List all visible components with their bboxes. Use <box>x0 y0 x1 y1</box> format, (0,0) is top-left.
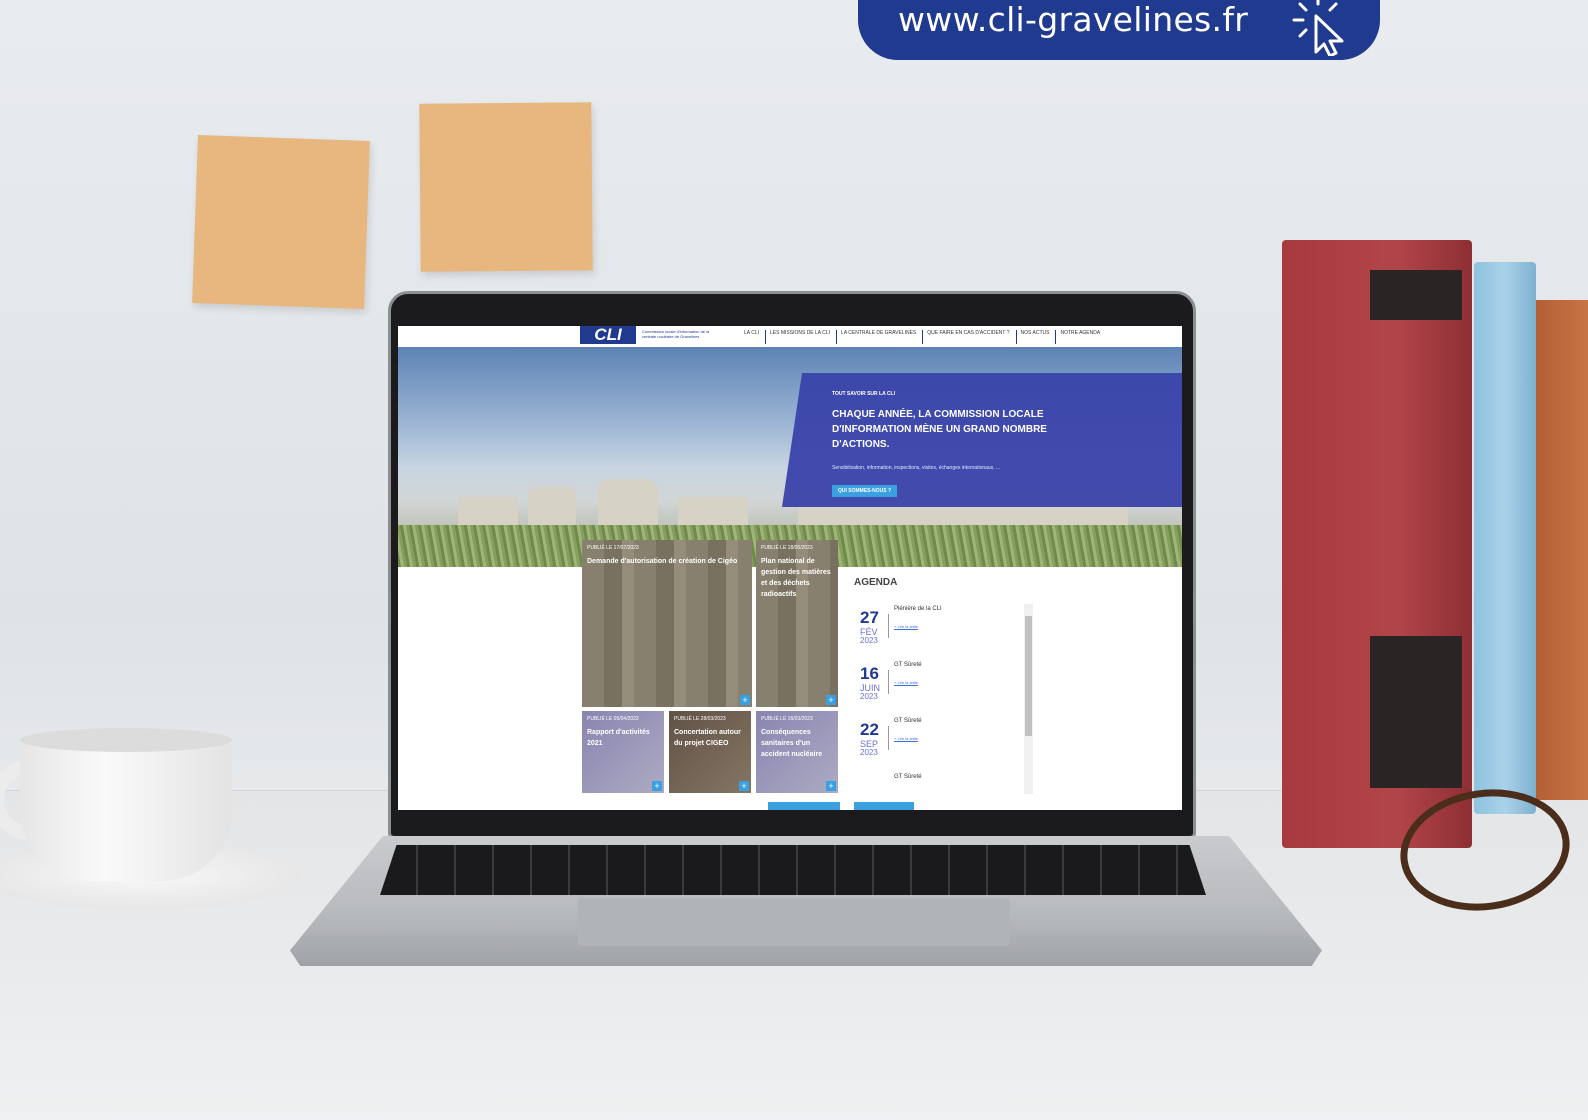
news-date: PUBLIÉ LE 17/07/2023 <box>587 545 639 551</box>
laptop-keyboard <box>380 845 1206 895</box>
agenda-event: GT Sûreté <box>894 718 922 724</box>
agenda-year: 2023 <box>860 636 878 645</box>
hero-kicker: TOUT SAVOIR SUR LA CLI <box>832 391 895 397</box>
news-plus-button[interactable]: + <box>826 695 836 705</box>
agenda-item[interactable]: GT Sûreté <box>854 772 1030 794</box>
nav-item-agenda[interactable]: NOTRE AGENDA <box>1055 330 1100 344</box>
agenda-year: 2023 <box>860 748 878 757</box>
news-title[interactable]: Plan national de gestion des matières et… <box>761 556 833 600</box>
agenda-scrollbar-thumb[interactable] <box>1025 616 1032 736</box>
agenda-scrollbar[interactable] <box>1024 604 1033 794</box>
news-plus-button[interactable]: + <box>652 781 662 791</box>
news-title[interactable]: Concertation autour du projet CIGEO <box>674 727 746 749</box>
news-card[interactable]: PUBLIÉ LE 16/03/2023 Conséquences sanita… <box>756 711 838 793</box>
news-card[interactable]: PUBLIÉ LE 17/07/2023 Demande d'autorisat… <box>582 540 752 707</box>
agenda-event: GT Sûreté <box>894 774 922 780</box>
hero-description: Sensibilisation, information, inspection… <box>832 465 1001 471</box>
book-band-bottom <box>1370 636 1462 788</box>
coffee-cup <box>20 736 232 881</box>
site-logo[interactable]: CLI <box>580 326 636 344</box>
red-book <box>1282 240 1472 848</box>
hero-banner: TOUT SAVOIR SUR LA CLI CHAQUE ANNÉE, LA … <box>398 347 1182 567</box>
url-banner[interactable]: www.cli-gravelines.fr <box>858 0 1380 60</box>
news-card[interactable]: PUBLIÉ LE 28/03/2023 Concertation autour… <box>669 711 751 793</box>
agenda-read-more-link[interactable]: + Lire la suite <box>894 736 918 741</box>
news-card[interactable]: PUBLIÉ LE 18/05/2023 Plan national de ge… <box>756 540 838 707</box>
sticky-note-right <box>419 102 593 272</box>
news-date: PUBLIÉ LE 18/05/2023 <box>761 545 813 551</box>
news-title[interactable]: Demande d'autorisation de création de Ci… <box>587 556 747 567</box>
book-band-top <box>1370 270 1462 320</box>
agenda-event: Plénière de la CLI <box>894 606 942 612</box>
url-text[interactable]: www.cli-gravelines.fr <box>898 0 1248 39</box>
laptop-screen: CLI Commission locale d'information de l… <box>398 326 1182 810</box>
agenda-heading: AGENDA <box>854 577 898 588</box>
nav-item-centrale[interactable]: LA CENTRALE DE GRAVELINES <box>836 330 916 344</box>
agenda-divider <box>888 670 889 694</box>
agenda-read-more-link[interactable]: + Lire la suite <box>894 680 918 685</box>
agenda-day: 27 <box>860 608 879 627</box>
nav-item-actus[interactable]: NOS ACTUS <box>1015 330 1049 344</box>
agenda-item[interactable]: 16 JUIN 2023 GT Sûreté + Lire la suite <box>854 660 1030 716</box>
news-date: PUBLIÉ LE 05/04/2023 <box>587 716 639 722</box>
cup-rim <box>20 728 232 752</box>
click-cursor-icon <box>1292 0 1344 56</box>
news-plus-button[interactable]: + <box>739 781 749 791</box>
news-card[interactable]: PUBLIÉ LE 05/04/2023 Rapport d'activités… <box>582 711 664 793</box>
news-plus-button[interactable]: + <box>826 781 836 791</box>
news-date: PUBLIÉ LE 16/03/2023 <box>761 716 813 722</box>
agenda-item[interactable]: 22 SEP 2023 GT Sûreté + Lire la suite <box>854 716 1030 772</box>
agenda-item[interactable]: 27 FÉV 2023 Plénière de la CLI + Lire la… <box>854 604 1030 660</box>
agenda-day: 16 <box>860 664 879 683</box>
nav-item-missions[interactable]: LES MISSIONS DE LA CLI <box>765 330 830 344</box>
nav-item-accident[interactable]: QUE FAIRE EN CAS D'ACCIDENT ? <box>922 330 1010 344</box>
nav-item-la-cli[interactable]: LA CLI <box>740 330 759 344</box>
laptop-trackpad <box>578 898 1010 946</box>
news-date: PUBLIÉ LE 28/03/2023 <box>674 716 726 722</box>
footer-tab[interactable] <box>768 802 840 810</box>
hero-title: CHAQUE ANNÉE, LA COMMISSION LOCALE D'INF… <box>832 409 1047 450</box>
blue-book <box>1474 262 1536 814</box>
agenda-divider <box>888 726 889 750</box>
news-title[interactable]: Rapport d'activités 2021 <box>587 727 659 749</box>
sticky-note-left <box>192 135 370 309</box>
agenda-event: GT Sûreté <box>894 662 922 668</box>
agenda-divider <box>888 614 889 638</box>
agenda-list: 27 FÉV 2023 Plénière de la CLI + Lire la… <box>854 604 1030 794</box>
hero-panel: TOUT SAVOIR SUR LA CLI CHAQUE ANNÉE, LA … <box>782 373 1182 507</box>
agenda-day: 22 <box>860 720 879 739</box>
agenda-read-more-link[interactable]: + Lire la suite <box>894 624 918 629</box>
news-title[interactable]: Conséquences sanitaires d'un accident nu… <box>761 727 833 760</box>
brown-book <box>1536 300 1588 800</box>
news-plus-button[interactable]: + <box>740 695 750 705</box>
site-logo-subtitle: Commission locale d'information de la ce… <box>642 329 710 339</box>
agenda-year: 2023 <box>860 692 878 701</box>
site-nav: LA CLI LES MISSIONS DE LA CLI LA CENTRAL… <box>740 330 1100 344</box>
site-header: CLI Commission locale d'information de l… <box>398 326 1182 347</box>
footer-tab[interactable] <box>854 802 914 810</box>
who-are-we-button[interactable]: QUI SOMMES-NOUS ? <box>832 485 898 497</box>
